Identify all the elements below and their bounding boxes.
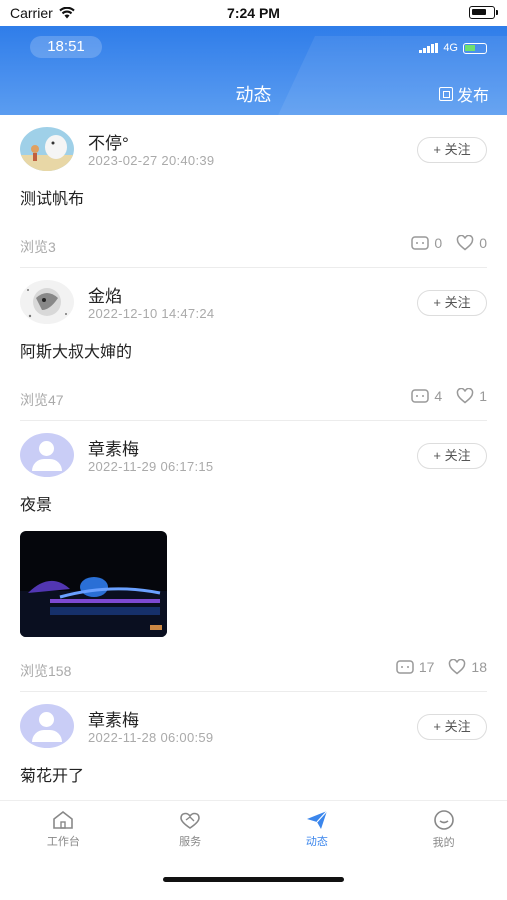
like-button[interactable]: 1 <box>456 388 487 404</box>
post-time: 2022-11-29 06:17:15 <box>88 459 214 474</box>
author-name: 不停° <box>88 134 129 153</box>
app-header: 18:51 4G 动态 发布 <box>0 26 507 115</box>
signal-icon <box>419 43 439 53</box>
battery-icon <box>469 6 498 19</box>
tab-label: 服务 <box>179 836 202 848</box>
author-name: 金焰 <box>88 287 122 306</box>
comment-icon <box>411 389 430 403</box>
avatar[interactable] <box>20 704 74 748</box>
post-text: 夜景 <box>20 497 53 514</box>
heart-icon <box>449 659 466 675</box>
handshake-icon <box>180 812 200 829</box>
send-icon <box>306 810 328 829</box>
heart-icon <box>456 388 474 404</box>
like-button[interactable]: 0 <box>456 235 487 251</box>
post-text: 菊花开了 <box>20 768 85 785</box>
post-text: 阿斯大叔大婶的 <box>20 344 133 361</box>
author-name: 章素梅 <box>88 440 139 459</box>
follow-button[interactable]: + 关注 <box>417 443 487 469</box>
ios-status-bar: Carrier 7:24 PM <box>0 0 507 26</box>
tab-feed[interactable]: 动态 <box>254 801 381 858</box>
follow-button[interactable]: + 关注 <box>417 137 487 163</box>
view-count: 浏览47 <box>20 392 64 408</box>
author-name: 章素梅 <box>88 711 139 730</box>
network-label: 4G <box>443 42 458 54</box>
post-time: 2023-02-27 20:40:39 <box>88 153 215 168</box>
post-text: 测试帆布 <box>20 191 85 208</box>
comment-icon <box>411 236 430 250</box>
post-time: 2022-11-28 06:00:59 <box>88 730 214 745</box>
feed-post[interactable]: 金焰 2022-12-10 14:47:24 + 关注 阿斯大叔大婶的 浏览47… <box>20 268 487 421</box>
smile-icon <box>433 810 454 830</box>
feed-post[interactable]: 不停° 2023-02-27 20:40:39 + 关注 测试帆布 浏览3 0 … <box>20 115 487 268</box>
follow-button[interactable]: + 关注 <box>417 290 487 316</box>
tab-label: 动态 <box>305 836 328 848</box>
system-clock: 7:24 PM <box>227 5 280 21</box>
comment-button[interactable]: 0 <box>411 235 442 251</box>
avatar[interactable] <box>20 280 74 324</box>
home-icon <box>53 810 74 829</box>
tab-label: 工作台 <box>46 836 80 848</box>
comment-count: 4 <box>434 388 443 404</box>
comment-count: 17 <box>418 659 435 675</box>
home-indicator-area <box>0 858 507 900</box>
view-count: 浏览158 <box>20 663 72 679</box>
publish-button[interactable]: 发布 <box>438 82 489 106</box>
bottom-tab-bar: 工作台 服务 动态 我的 <box>0 800 507 858</box>
avatar[interactable] <box>20 433 74 477</box>
publish-label: 发布 <box>456 88 489 105</box>
post-time: 2022-12-10 14:47:24 <box>88 306 215 321</box>
page-title: 动态 <box>235 85 272 105</box>
view-count: 浏览3 <box>20 239 56 255</box>
publish-icon <box>438 87 453 101</box>
like-count: 1 <box>479 388 487 404</box>
comment-button[interactable]: 4 <box>411 388 442 404</box>
charging-battery-icon <box>463 42 487 54</box>
follow-button[interactable]: + 关注 <box>417 714 487 740</box>
comment-count: 0 <box>434 235 443 251</box>
tab-workbench[interactable]: 工作台 <box>0 801 127 858</box>
inner-status-indicators: 4G <box>419 42 487 54</box>
home-indicator[interactable] <box>163 877 344 882</box>
like-button[interactable]: 18 <box>448 659 487 675</box>
comment-icon <box>396 660 414 674</box>
avatar[interactable] <box>20 127 74 171</box>
tab-label: 我的 <box>432 837 455 849</box>
tab-services[interactable]: 服务 <box>127 801 254 858</box>
inner-clock: 18:51 <box>30 36 102 58</box>
heart-icon <box>456 235 474 251</box>
comment-button[interactable]: 17 <box>396 659 435 675</box>
feed-post[interactable]: 章素梅 2022-11-29 06:17:15 + 关注 夜景 浏览158 17… <box>20 421 487 692</box>
tab-mine[interactable]: 我的 <box>380 801 507 858</box>
feed-list[interactable]: 不停° 2023-02-27 20:40:39 + 关注 测试帆布 浏览3 0 … <box>0 115 507 820</box>
post-image-night-scene[interactable] <box>20 531 167 637</box>
like-count: 0 <box>479 235 487 251</box>
like-count: 18 <box>471 659 487 675</box>
